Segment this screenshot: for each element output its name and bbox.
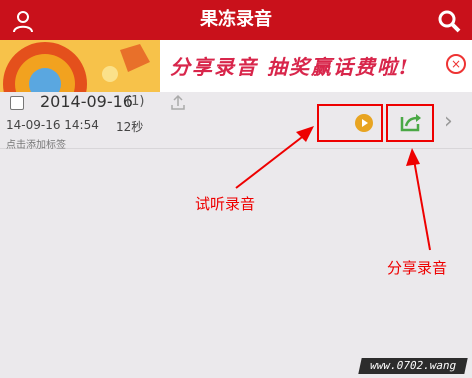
site-watermark: www.0702.wang: [358, 358, 468, 374]
annotation-arrows: [235, 126, 431, 251]
annotation-share: 分享录音: [387, 259, 448, 277]
annotation-listen: 试听录音: [195, 195, 256, 213]
